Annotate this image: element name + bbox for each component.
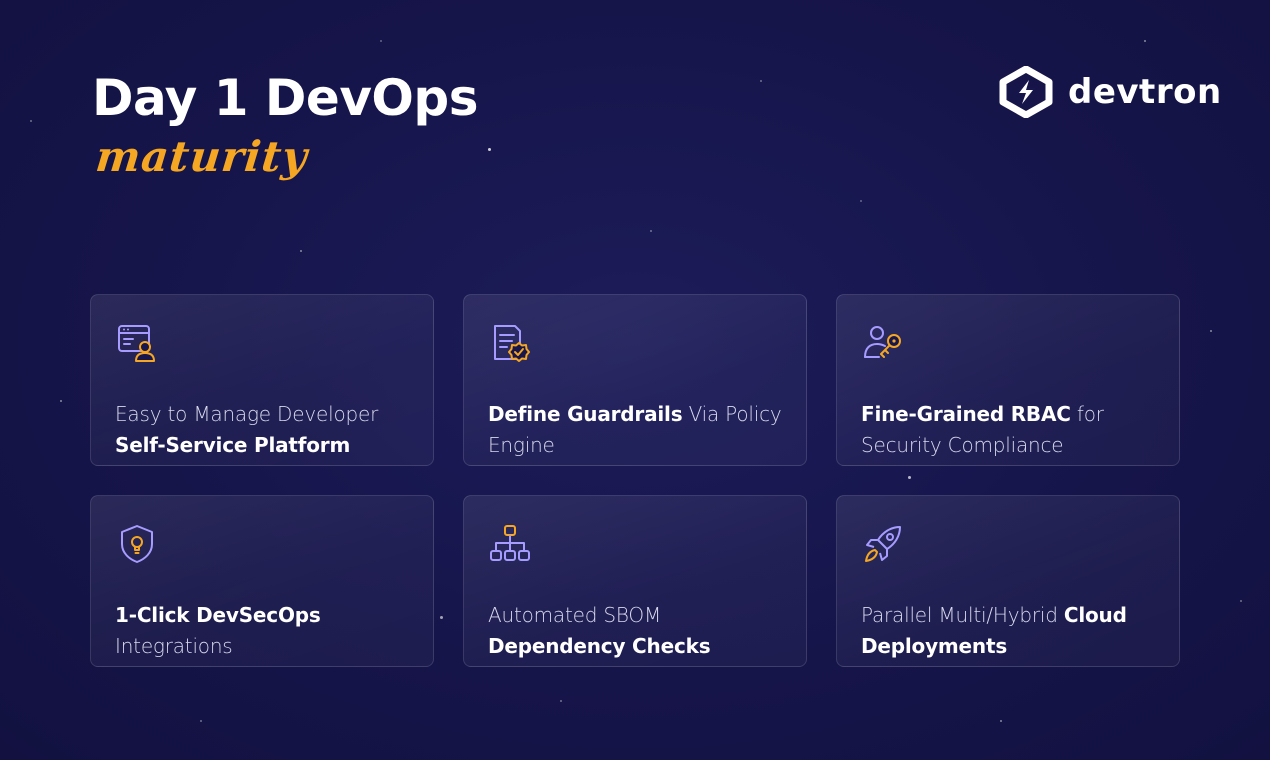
feature-card-cloud-deployments: Parallel Multi/Hybrid Cloud Deployments <box>836 495 1180 667</box>
feature-card-rbac: Fine-Grained RBAC for Security Complianc… <box>836 294 1180 466</box>
headline: Day 1 DevOps maturity <box>92 68 478 182</box>
browser-user-icon <box>118 325 155 362</box>
feature-card-text: Define Guardrails Via Policy Engine <box>488 399 782 461</box>
feature-card-text: Automated SBOM Dependency Checks <box>488 600 782 662</box>
card-text-regular: Parallel Multi/Hybrid <box>861 603 1064 627</box>
user-key-icon <box>864 326 901 358</box>
feature-grid: Easy to Manage Developer Self-Service Pl… <box>90 294 1180 667</box>
shield-icon <box>121 525 153 563</box>
card-text-regular: Automated SBOM <box>488 603 662 627</box>
card-text-bold: Self-Service Platform <box>115 433 351 457</box>
brand-name: devtron <box>1068 72 1222 112</box>
card-text-regular: Integrations <box>115 634 233 658</box>
card-text-bold: Fine-Grained RBAC <box>861 402 1071 426</box>
feature-card-guardrails: Define Guardrails Via Policy Engine <box>463 294 807 466</box>
feature-card-sbom: Automated SBOM Dependency Checks <box>463 495 807 667</box>
brand-logo: devtron <box>998 66 1222 118</box>
feature-card-self-service: Easy to Manage Developer Self-Service Pl… <box>90 294 434 466</box>
feature-card-text: Easy to Manage Developer Self-Service Pl… <box>115 399 409 461</box>
card-text-bold: Define Guardrails <box>488 402 683 426</box>
card-text-bold: 1-Click DevSecOps <box>115 603 321 627</box>
rocket-icon <box>865 526 901 562</box>
policy-document-icon <box>494 325 530 362</box>
feature-card-text: 1-Click DevSecOps Integrations <box>115 600 409 662</box>
devtron-logo-icon <box>999 66 1053 118</box>
hierarchy-icon <box>490 525 530 561</box>
page-title: Day 1 DevOps <box>92 69 478 127</box>
feature-card-text: Parallel Multi/Hybrid Cloud Deployments <box>861 600 1155 662</box>
card-text-bold: Dependency Checks <box>488 634 711 658</box>
card-text-regular: Easy to Manage Developer <box>115 402 379 426</box>
feature-card-devsecops: 1-Click DevSecOps Integrations <box>90 495 434 667</box>
page-subtitle: maturity <box>93 132 311 181</box>
feature-card-text: Fine-Grained RBAC for Security Complianc… <box>861 399 1155 461</box>
